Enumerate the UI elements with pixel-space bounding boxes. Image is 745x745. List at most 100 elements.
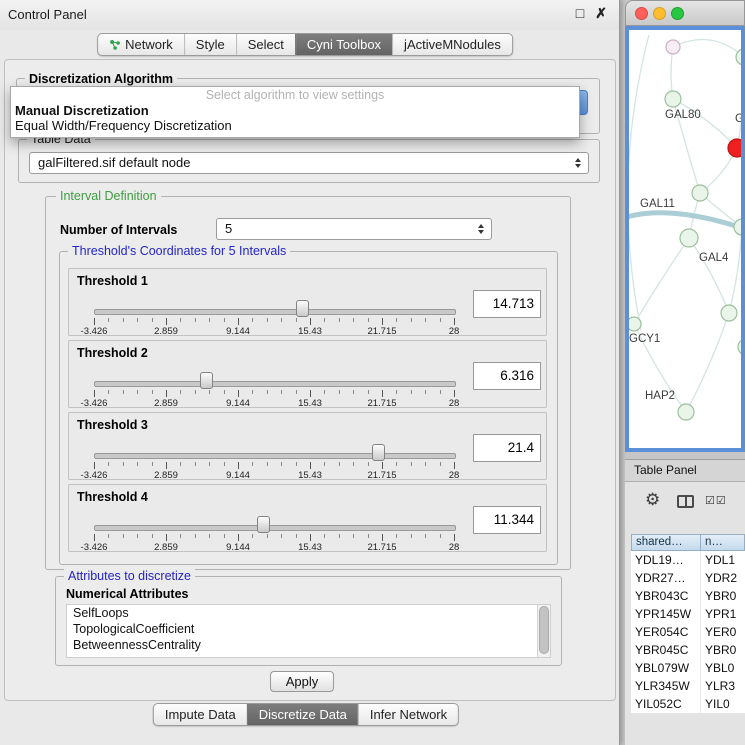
network-node[interactable] [728, 139, 741, 157]
slider-thumb[interactable] [257, 516, 270, 533]
threshold-panel-1: Threshold 1-3.4262.8599.14415.4321.71528… [68, 268, 547, 336]
network-node[interactable] [721, 305, 737, 321]
tab-impute-data[interactable]: Impute Data [154, 704, 247, 725]
network-node[interactable] [666, 40, 680, 54]
tab-label: Select [248, 37, 284, 52]
network-window-titlebar[interactable] [625, 0, 745, 26]
network-canvas[interactable]: GAL80GAGAL11GAL4GCY1HAP2 [625, 26, 745, 452]
threshold-label: Threshold 3 [77, 418, 148, 432]
minimize-traffic-light[interactable] [653, 7, 666, 20]
table-row[interactable]: YER054CYER0 [631, 623, 745, 641]
node-label-gcy1: GCY1 [629, 333, 660, 345]
network-node[interactable] [738, 339, 741, 355]
node-label-gal4: GAL4 [699, 252, 729, 264]
table-row[interactable]: YBL079WYBL0 [631, 659, 745, 677]
dropdown-option-manual-discretization[interactable]: Manual Discretization [11, 103, 579, 118]
slider-track[interactable] [94, 309, 456, 315]
window-title: Control Panel [8, 7, 87, 22]
table-row[interactable]: YPR145WYPR1 [631, 605, 745, 623]
network-edge[interactable] [689, 238, 729, 313]
network-node[interactable] [680, 229, 698, 247]
attributes-list-scrollbar[interactable] [537, 605, 550, 657]
attribute-item-selfloops[interactable]: SelfLoops [67, 605, 550, 621]
table-row[interactable]: YDR27…YDR2 [631, 569, 745, 587]
table-row[interactable]: YDL19…YDL1 [631, 551, 745, 569]
threshold-value-field[interactable]: 21.4 [473, 434, 541, 462]
table-panel-title: Table Panel [634, 463, 697, 477]
tab-label: Impute Data [165, 707, 236, 722]
table-row[interactable]: YIL052CYIL0 [631, 695, 745, 713]
float-window-icon[interactable]: □ [576, 5, 584, 22]
network-icon [109, 39, 121, 51]
cell-name: YER0 [701, 623, 745, 641]
network-node[interactable] [665, 91, 681, 107]
close-window-icon[interactable]: ✗ [595, 5, 607, 22]
tab-select[interactable]: Select [236, 34, 295, 55]
slider-thumb[interactable] [296, 300, 309, 317]
attribute-item-betweennesscentrality[interactable]: BetweennessCentrality [67, 637, 550, 653]
control-panel-window: Control Panel □ ✗ NetworkStyle Select Cyni… [0, 0, 620, 745]
close-traffic-light[interactable] [635, 7, 648, 20]
number-of-intervals-combobox[interactable]: 5 [216, 218, 492, 240]
threshold-value-field[interactable]: 11.344 [473, 506, 541, 534]
column-header-name[interactable]: n… [701, 534, 745, 551]
discretization-algorithm-label: Discretization Algorithm [25, 72, 177, 86]
thresholds-group-title: Threshold's Coordinates for 5 Intervals [68, 244, 290, 258]
slider-track[interactable] [94, 453, 456, 459]
slider-scale-labels: -3.4262.8599.14415.4321.71528 [94, 326, 455, 337]
table-header-row: shared… n… [631, 534, 745, 551]
network-edge[interactable] [629, 35, 649, 330]
gear-icon[interactable]: ⚙ [645, 490, 660, 510]
tab-network[interactable]: Network [98, 34, 184, 55]
tab-discretize-data[interactable]: Discretize Data [247, 704, 358, 725]
slider-track[interactable] [94, 525, 456, 531]
network-edge[interactable] [673, 39, 741, 57]
table-panel-titlebar[interactable]: Table Panel [625, 459, 745, 482]
network-edge[interactable] [729, 227, 741, 313]
network-edge[interactable] [629, 213, 741, 232]
network-edge[interactable] [634, 238, 689, 324]
bottom-tab-bar: Impute Data Discretize DataInfer Network [153, 703, 459, 726]
slider-track[interactable] [94, 381, 456, 387]
node-label-ga: GA [735, 113, 741, 125]
tab-infer-network[interactable]: Infer Network [358, 704, 458, 725]
tab-style[interactable]: Style [184, 34, 236, 55]
scrollbar-thumb[interactable] [539, 606, 549, 654]
network-edge[interactable] [737, 57, 741, 148]
cell-shared-name: YBR045C [631, 641, 701, 659]
slider-thumb[interactable] [200, 372, 213, 389]
table-data-group: Table Data galFiltered.sif default node [18, 139, 600, 183]
threshold-value-field[interactable]: 6.316 [473, 362, 541, 390]
network-edge[interactable] [673, 99, 737, 148]
zoom-traffic-light[interactable] [671, 7, 684, 20]
table-row[interactable]: YBR043CYBR0 [631, 587, 745, 605]
column-header-shared-name[interactable]: shared… [631, 534, 701, 551]
interval-definition-group: Interval Definition Number of Intervals … [45, 196, 571, 570]
table-row[interactable]: YBR045CYBR0 [631, 641, 745, 659]
slider-ticks [94, 390, 455, 397]
table-data-combobox[interactable]: galFiltered.sif default node [29, 152, 589, 174]
slider-thumb[interactable] [372, 444, 385, 461]
cell-name: YBL0 [701, 659, 745, 677]
apply-button[interactable]: Apply [270, 671, 334, 692]
threshold-label: Threshold 4 [77, 490, 148, 504]
tab-cyni-toolbox[interactable]: Cyni Toolbox [295, 34, 392, 55]
attribute-item-topologicalcoefficient[interactable]: TopologicalCoefficient [67, 621, 550, 637]
dropdown-placeholder-option[interactable]: Select algorithm to view settings [11, 87, 579, 103]
network-node[interactable] [678, 404, 694, 420]
table-data-selected-value: galFiltered.sif default node [38, 155, 190, 170]
cell-shared-name: YIL052C [631, 695, 701, 713]
tab-jactivemnodules[interactable]: jActiveMNodules [392, 34, 512, 55]
slider-ticks [94, 462, 455, 469]
interval-definition-title: Interval Definition [56, 189, 161, 203]
table-panel-body: ⚙ ☑☑ shared… n… YDL19…YDL1YDR27…YDR2YBR0… [625, 482, 745, 745]
columns-icon[interactable] [677, 495, 694, 508]
control-panel-titlebar[interactable]: Control Panel □ ✗ [0, 0, 619, 30]
table-row[interactable]: YLR345WYLR3 [631, 677, 745, 695]
checkbox-icons[interactable]: ☑☑ [705, 494, 727, 507]
dropdown-option-equal-width-frequency-discretization[interactable]: Equal Width/Frequency Discretization [11, 118, 579, 133]
network-edge[interactable] [686, 313, 729, 412]
threshold-value-field[interactable]: 14.713 [473, 290, 541, 318]
network-node[interactable] [629, 317, 641, 331]
network-node[interactable] [692, 185, 708, 201]
